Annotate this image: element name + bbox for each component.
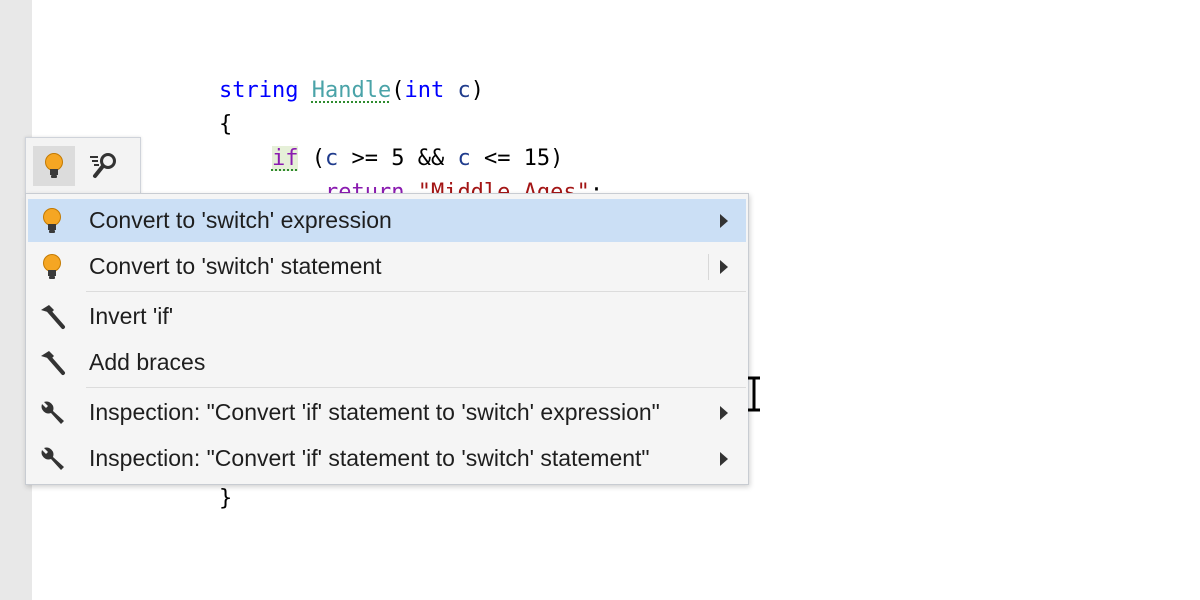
lightbulb-button[interactable] bbox=[33, 146, 75, 186]
menu-separator bbox=[86, 387, 746, 388]
hammer-icon bbox=[36, 347, 68, 379]
menu-item-label: Inspection: "Convert 'if' statement to '… bbox=[89, 399, 660, 425]
action-toolbar bbox=[25, 137, 141, 194]
chevron-right-icon bbox=[720, 451, 728, 466]
menu-separator bbox=[86, 291, 746, 292]
code-line-1: string Handle(int c) bbox=[219, 76, 484, 106]
close-brace: } bbox=[219, 486, 233, 511]
lightbulb-icon bbox=[45, 153, 63, 178]
code-text: <= 15) bbox=[470, 146, 564, 171]
wrench-icon bbox=[36, 397, 68, 429]
menu-item-label: Add braces bbox=[89, 349, 206, 375]
menu-item-label: Convert to 'switch' statement bbox=[89, 253, 382, 279]
keyword-string: string bbox=[219, 78, 299, 103]
menu-item-inspection-switch-statement[interactable]: Inspection: "Convert 'if' statement to '… bbox=[28, 437, 746, 480]
find-usages-button[interactable] bbox=[83, 146, 125, 186]
keyword-if: if bbox=[271, 146, 299, 171]
lightbulb-icon bbox=[36, 251, 68, 283]
lightbulb-icon bbox=[36, 205, 68, 237]
chevron-right-icon bbox=[720, 213, 728, 228]
code-text: >= 5 && bbox=[338, 146, 458, 171]
menu-item-label: Inspection: "Convert 'if' statement to '… bbox=[89, 445, 650, 471]
chevron-right-icon[interactable] bbox=[718, 259, 730, 275]
hammer-icon bbox=[36, 301, 68, 333]
menu-item-label: Invert 'if' bbox=[89, 303, 174, 329]
menu-item-invert-if[interactable]: Invert 'if' bbox=[28, 295, 746, 338]
text-cursor-icon bbox=[748, 376, 760, 412]
submenu-divider bbox=[708, 254, 709, 280]
context-actions-menu: Convert to 'switch' expression Convert t… bbox=[25, 193, 749, 485]
code-line-3: if (c >= 5 && c <= 15) bbox=[219, 144, 563, 174]
code-line-2: { bbox=[219, 110, 232, 140]
menu-item-convert-switch-statement[interactable]: Convert to 'switch' statement bbox=[28, 245, 746, 288]
menu-item-label: Convert to 'switch' expression bbox=[89, 207, 392, 233]
menu-item-inspection-switch-expression[interactable]: Inspection: "Convert 'if' statement to '… bbox=[28, 391, 746, 434]
find-usages-icon bbox=[90, 153, 116, 178]
code-line-last: } bbox=[219, 484, 232, 514]
keyword-int: int bbox=[404, 78, 445, 103]
open-brace: { bbox=[219, 112, 233, 137]
param-c: c bbox=[457, 78, 471, 103]
var-c: c bbox=[324, 146, 339, 171]
var-c: c bbox=[457, 146, 471, 171]
menu-item-convert-switch-expression[interactable]: Convert to 'switch' expression bbox=[28, 199, 746, 242]
paren: ( bbox=[391, 78, 405, 103]
code-text: ( bbox=[298, 146, 325, 171]
menu-item-add-braces[interactable]: Add braces bbox=[28, 341, 746, 384]
method-name: Handle bbox=[311, 78, 392, 103]
chevron-right-icon bbox=[720, 405, 728, 420]
wrench-icon bbox=[36, 443, 68, 475]
paren: ) bbox=[470, 78, 484, 103]
